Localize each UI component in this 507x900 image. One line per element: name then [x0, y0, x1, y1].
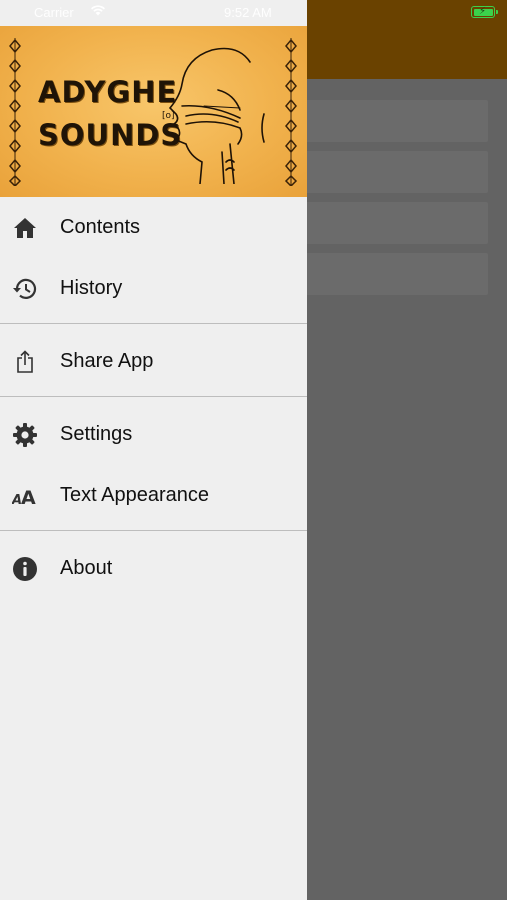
svg-text:A: A	[21, 487, 36, 507]
wifi-icon	[90, 4, 106, 19]
home-icon	[12, 215, 38, 241]
menu-divider	[0, 526, 307, 538]
menu-item-history[interactable]: History	[0, 258, 307, 319]
info-icon	[12, 556, 38, 582]
menu-item-text-appearance[interactable]: A A Text Appearance	[0, 465, 307, 526]
menu-item-settings[interactable]: Settings	[0, 404, 307, 465]
menu-label-history: History	[60, 277, 123, 299]
menu-item-about[interactable]: About	[0, 538, 307, 599]
background-list-row	[300, 151, 488, 193]
background-list-row	[300, 100, 488, 142]
background-list-row	[300, 253, 488, 295]
ornament-right-icon	[284, 38, 298, 186]
gear-icon	[12, 422, 38, 448]
history-icon	[12, 276, 38, 302]
battery-charging-icon: ⚡	[471, 6, 498, 18]
menu-label-about: About	[60, 557, 113, 579]
text-size-icon: A A	[12, 483, 38, 509]
status-time: 9:52 AM	[224, 5, 272, 20]
background-list-row	[300, 202, 488, 244]
menu-divider	[0, 392, 307, 404]
header-banner: ADYGHE SOUNDS [o]	[0, 26, 307, 197]
menu-label-contents: Contents	[60, 216, 141, 238]
navigation-drawer: Carrier 9:52 AM ADYGHE SOUNDS [o] Conten…	[0, 0, 307, 900]
status-bar: Carrier 9:52 AM	[0, 0, 307, 26]
status-carrier: Carrier	[34, 5, 74, 20]
menu-label-settings: Settings	[60, 423, 133, 445]
vocal-tract-illustration-icon: [o]	[162, 47, 265, 184]
menu-divider	[0, 319, 307, 331]
share-icon	[12, 349, 38, 375]
menu-item-contents[interactable]: Contents	[0, 197, 307, 258]
banner-title-line1: ADYGHE	[38, 75, 178, 109]
illustration-label: [o]	[162, 111, 175, 121]
menu-item-share-app[interactable]: Share App	[0, 331, 307, 392]
ornament-left-icon	[8, 38, 22, 186]
menu-label-text-appearance: Text Appearance	[60, 484, 209, 506]
menu-label-share-app: Share App	[60, 350, 154, 372]
drawer-menu: Contents History Share App Settings A A …	[0, 197, 307, 599]
